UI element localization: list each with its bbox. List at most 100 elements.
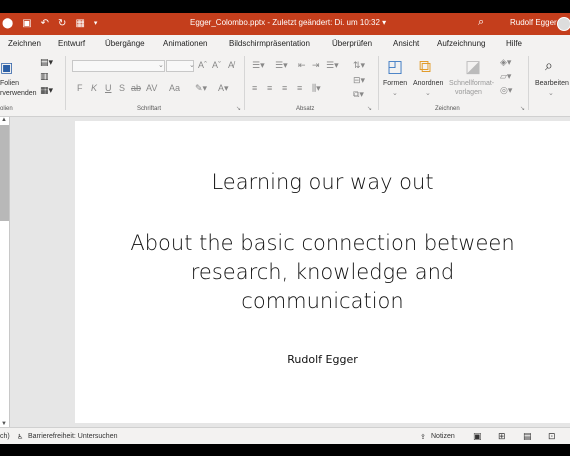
chevron-down-icon: ⌄ bbox=[158, 62, 164, 69]
layout-icon[interactable]: ▤▾ bbox=[40, 57, 53, 68]
quick-styles-icon[interactable]: ◪ bbox=[465, 57, 481, 77]
smartart-icon[interactable]: ⧉▾ bbox=[353, 89, 364, 100]
slide-thumbnail-pane[interactable]: ▲ ▼ bbox=[0, 117, 10, 427]
chevron-down-icon: ⌄ bbox=[392, 90, 398, 97]
schnellformat-line1[interactable]: Schnellformat- bbox=[449, 80, 494, 87]
numbering-icon[interactable]: ☰▾ bbox=[275, 60, 288, 71]
reuse-slides-line2[interactable]: rverwenden bbox=[0, 90, 37, 97]
language-status[interactable]: ch) bbox=[0, 433, 10, 440]
slideshow-icon[interactable]: ⊡ bbox=[548, 431, 556, 442]
arrange-icon[interactable]: ⧉ bbox=[419, 57, 431, 77]
underline-button[interactable]: U bbox=[105, 83, 112, 93]
search-icon[interactable]: ⌕ bbox=[478, 16, 484, 29]
italic-button[interactable]: K bbox=[91, 83, 97, 93]
search-icon[interactable]: ⌕ bbox=[545, 57, 553, 74]
section-icon[interactable]: ▦▾ bbox=[40, 85, 53, 96]
subtitle-line: communication bbox=[241, 289, 404, 313]
slide-sorter-icon[interactable]: ⊞ bbox=[498, 431, 506, 442]
spacing-button[interactable]: AV bbox=[146, 83, 157, 93]
align-right-icon[interactable]: ≡ bbox=[282, 83, 287, 93]
clear-format-icon[interactable]: A̸ bbox=[228, 60, 234, 70]
saved-status: Zuletzt geändert: Di. um 10:32 bbox=[272, 18, 380, 27]
customize-qat-icon[interactable]: ▾ bbox=[94, 19, 98, 29]
shapes-icon[interactable]: ◰ bbox=[387, 57, 403, 77]
highlight-icon[interactable]: ✎▾ bbox=[195, 83, 207, 94]
bullets-icon[interactable]: ☰▾ bbox=[252, 60, 265, 71]
align-text-icon[interactable]: ⊟▾ bbox=[353, 75, 365, 86]
align-left-icon[interactable]: ≡ bbox=[252, 83, 257, 93]
notes-icon[interactable]: ⇪ bbox=[420, 433, 426, 441]
slide-title[interactable]: Learning our way out bbox=[75, 170, 570, 194]
user-name[interactable]: Rudolf Egger bbox=[510, 18, 557, 27]
app-logo-icon: ⬤ bbox=[2, 18, 14, 29]
shape-fill-icon[interactable]: ◈▾ bbox=[500, 57, 511, 68]
chevron-down-icon: ▾ bbox=[382, 18, 387, 27]
tab-ueberpruefen[interactable]: Überprüfen bbox=[332, 39, 372, 48]
reuse-slides-line1[interactable]: Folien bbox=[0, 80, 19, 87]
tab-hilfe[interactable]: Hilfe bbox=[506, 39, 522, 48]
accessibility-status[interactable]: Barrierefreiheit: Untersuchen bbox=[28, 433, 118, 440]
bold-button[interactable]: F bbox=[77, 83, 83, 93]
dialog-launcher-icon[interactable]: ↘ bbox=[520, 105, 525, 112]
change-case-button[interactable]: Aa bbox=[169, 83, 180, 93]
save-icon[interactable]: ▣ bbox=[22, 19, 31, 29]
decrease-indent-icon[interactable]: ⇤ bbox=[298, 60, 306, 71]
normal-view-icon[interactable]: ▣ bbox=[473, 431, 482, 442]
reset-icon[interactable]: ▥ bbox=[40, 71, 49, 82]
font-family-select[interactable] bbox=[72, 60, 165, 72]
tab-bildschirmpraesentation[interactable]: Bildschirmpräsentation bbox=[229, 39, 310, 48]
group-separator bbox=[378, 56, 379, 110]
slide-subtitle[interactable]: About the basic connection between resea… bbox=[75, 229, 570, 316]
schnellformat-line2[interactable]: vorlagen bbox=[455, 89, 482, 96]
text-direction-icon[interactable]: ⇅▾ bbox=[353, 60, 365, 71]
font-color-icon[interactable]: A▾ bbox=[218, 83, 229, 94]
dialog-launcher-icon[interactable]: ↘ bbox=[367, 105, 372, 112]
title-bar: ⬤ ▣ ↶ ↻ ▦ ▾ Egger_Colombo.pptx - Zuletzt… bbox=[0, 13, 570, 35]
group-label-schriftart: Schriftart bbox=[137, 106, 162, 112]
group-separator bbox=[244, 56, 245, 110]
shape-outline-icon[interactable]: ▱▾ bbox=[500, 71, 511, 82]
increase-indent-icon[interactable]: ⇥ bbox=[312, 60, 320, 71]
shrink-font-icon[interactable]: Aˇ bbox=[212, 60, 221, 70]
shape-effects-icon[interactable]: ◎▾ bbox=[500, 85, 512, 96]
tab-uebergaenge[interactable]: Übergänge bbox=[105, 39, 145, 48]
reuse-slides-icon[interactable]: ▣ bbox=[0, 59, 13, 76]
shadow-button[interactable]: S bbox=[119, 83, 125, 93]
tab-entwurf[interactable]: Entwurf bbox=[58, 39, 85, 48]
subtitle-line: About the basic connection between bbox=[130, 231, 515, 255]
formen-button[interactable]: Formen bbox=[383, 80, 407, 87]
grow-font-icon[interactable]: Aˆ bbox=[198, 60, 207, 70]
screen-bottom-edge bbox=[0, 444, 570, 456]
dialog-launcher-icon[interactable]: ↘ bbox=[236, 105, 241, 112]
accessibility-icon[interactable]: ♿ bbox=[17, 433, 23, 441]
undo-icon[interactable]: ↶ bbox=[41, 19, 49, 29]
tab-ansicht[interactable]: Ansicht bbox=[393, 39, 419, 48]
chevron-down-icon: ⌄ bbox=[189, 62, 195, 69]
columns-icon[interactable]: ⫼▾ bbox=[312, 83, 321, 94]
status-bar: ch) ♿ Barrierefreiheit: Untersuchen ⇪ No… bbox=[0, 427, 570, 444]
align-center-icon[interactable]: ≡ bbox=[267, 83, 272, 93]
ribbon: ▣ Folien rverwenden ▤▾ ▥ ▦▾ olien ⌄ ⌄ Aˆ… bbox=[0, 53, 570, 117]
line-spacing-icon[interactable]: ☰▾ bbox=[326, 60, 339, 71]
present-icon[interactable]: ▦ bbox=[75, 19, 84, 29]
tab-zeichnen[interactable]: Zeichnen bbox=[8, 39, 41, 48]
strikethrough-button[interactable]: ab bbox=[131, 83, 141, 93]
bearbeiten-button[interactable]: Bearbeiten bbox=[535, 80, 569, 87]
avatar[interactable] bbox=[557, 17, 570, 31]
scroll-up-icon[interactable]: ▲ bbox=[1, 117, 7, 123]
group-label-zeichnen: Zeichnen bbox=[435, 106, 460, 112]
group-separator bbox=[65, 56, 66, 110]
window-title[interactable]: Egger_Colombo.pptx - Zuletzt geändert: D… bbox=[190, 18, 386, 27]
group-label-folien: olien bbox=[0, 106, 13, 112]
anordnen-button[interactable]: Anordnen bbox=[413, 80, 443, 87]
justify-icon[interactable]: ≡ bbox=[297, 83, 302, 93]
filename: Egger_Colombo.pptx bbox=[190, 18, 266, 27]
slide-thumbnail[interactable] bbox=[0, 125, 9, 221]
reading-view-icon[interactable]: ▤ bbox=[523, 431, 532, 442]
tab-aufzeichnung[interactable]: Aufzeichnung bbox=[437, 39, 485, 48]
slide-canvas[interactable]: Learning our way out About the basic con… bbox=[75, 121, 570, 423]
redo-icon[interactable]: ↻ bbox=[58, 19, 66, 29]
slide-author[interactable]: Rudolf Egger bbox=[75, 353, 570, 366]
tab-animationen[interactable]: Animationen bbox=[163, 39, 207, 48]
notes-button[interactable]: Notizen bbox=[431, 433, 455, 440]
